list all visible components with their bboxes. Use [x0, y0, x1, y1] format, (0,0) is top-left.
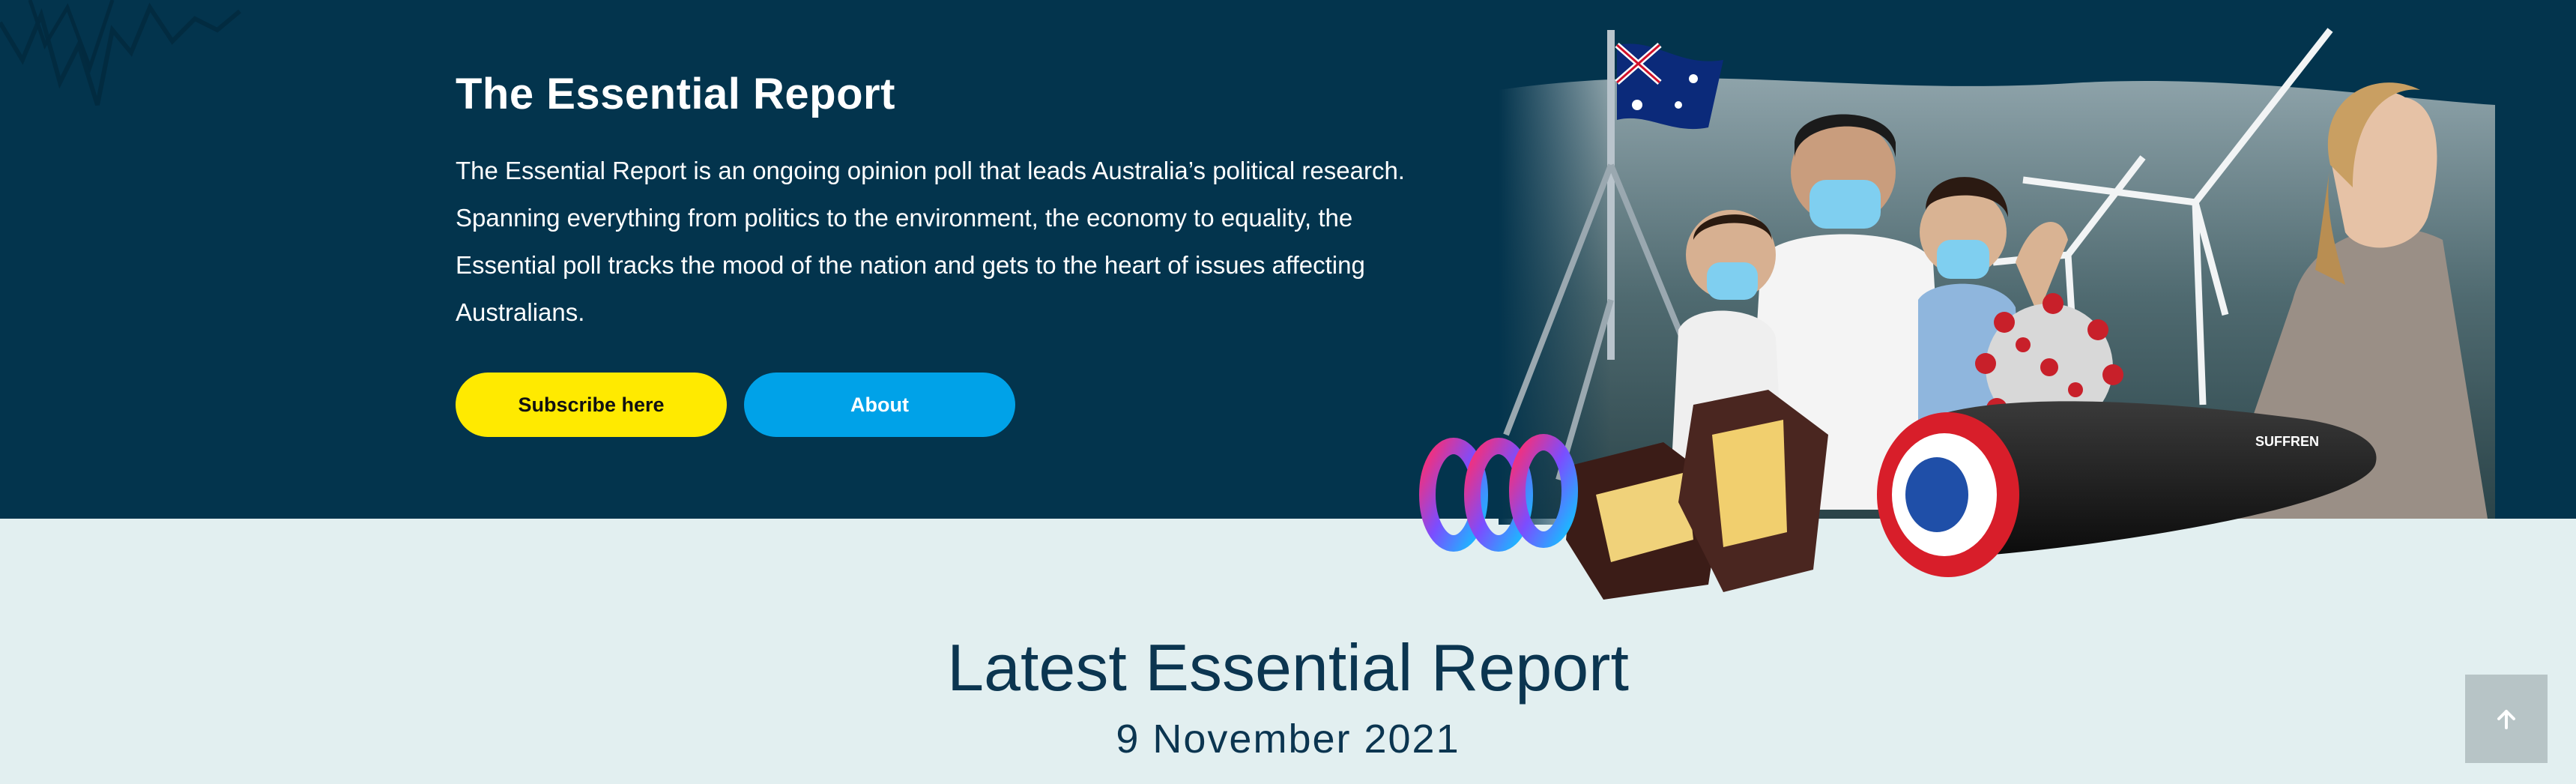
- hero-collage-image: SUFFREN: [1419, 28, 2495, 600]
- hero-section: The Essential Report The Essential Repor…: [0, 0, 2576, 600]
- subscribe-button[interactable]: Subscribe here: [456, 373, 727, 437]
- latest-report-title: Latest Essential Report: [947, 630, 1629, 705]
- about-button[interactable]: About: [744, 373, 1015, 437]
- submarine-label: SUFFREN: [2255, 434, 2319, 449]
- page: The Essential Report The Essential Repor…: [0, 0, 2576, 784]
- latest-report-date: 9 November 2021: [1116, 717, 1460, 762]
- hero-description: The Essential Report is an ongoing opini…: [456, 157, 1405, 326]
- hero-title: The Essential Report: [456, 70, 895, 118]
- scroll-to-top-button[interactable]: [2465, 675, 2548, 763]
- decorative-wave-icon: [0, 0, 241, 106]
- arrow-up-icon: [2497, 710, 2515, 729]
